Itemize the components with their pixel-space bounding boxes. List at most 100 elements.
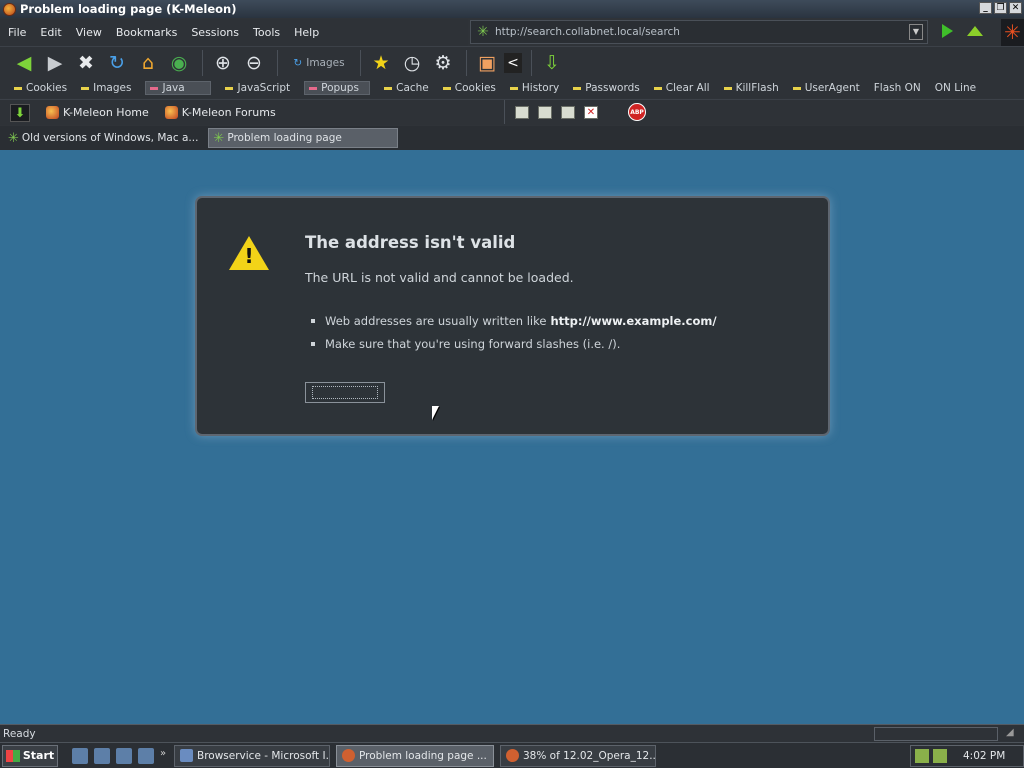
pref-cookies[interactable]: Cookies <box>14 82 67 94</box>
close-tab-icon[interactable]: ✕ <box>584 105 598 119</box>
images-toggle-button[interactable]: ↻ Images <box>284 51 354 75</box>
menu-file[interactable]: File <box>8 26 26 39</box>
error-box: ! The address isn't valid The URL is not… <box>195 196 830 436</box>
url-input[interactable] <box>495 26 909 38</box>
pref-java[interactable]: Java <box>145 81 212 95</box>
outlook-icon[interactable] <box>116 747 132 764</box>
suggestion-text: Web addresses are usually written like <box>325 314 547 328</box>
history-clock-button[interactable]: ◷ <box>398 50 426 76</box>
maximize-button[interactable]: ❐ <box>994 2 1007 14</box>
url-dropdown-icon[interactable]: ▼ <box>909 24 923 40</box>
adblock-icon[interactable]: ABP <box>628 103 646 121</box>
source-icon[interactable]: < <box>504 52 522 73</box>
kmeleon-icon <box>342 749 355 762</box>
example-url: http://www.example.com/ <box>550 314 717 328</box>
home-button[interactable]: ⌂ <box>134 50 162 76</box>
pref-label: Passwords <box>585 82 640 94</box>
taskbar: Start » Browservice - Microsoft I... Pro… <box>0 742 1024 768</box>
pref-clear-all[interactable]: Clear All <box>653 82 710 94</box>
menu-help[interactable]: Help <box>294 26 319 39</box>
start-button[interactable]: Start <box>2 744 58 767</box>
settings-gear-button[interactable]: ⚙ <box>429 50 457 76</box>
new-tab-icon[interactable] <box>538 105 552 119</box>
pref-label: Clear All <box>665 82 710 94</box>
bookmark-download-icon[interactable]: ⬇ <box>10 103 30 122</box>
tab-bar: ✳ Old versions of Windows, Mac a... ✳ Prob… <box>0 126 1024 150</box>
task-label: Browservice - Microsoft I... <box>197 749 330 762</box>
pref-useragent[interactable]: UserAgent <box>792 82 860 94</box>
task-label: Problem loading page ... <box>359 749 487 762</box>
status-text: Ready <box>3 727 36 740</box>
images-label: Images <box>306 56 345 69</box>
resize-grip-icon[interactable]: ◢ <box>1006 727 1022 741</box>
toolbar-separator <box>202 49 203 76</box>
warning-mark-icon: ! <box>244 244 254 268</box>
toggle-icon <box>653 86 662 90</box>
menu-tools[interactable]: Tools <box>253 26 280 39</box>
pref-online[interactable]: ON Line <box>935 82 976 94</box>
menu-view[interactable]: View <box>76 26 102 39</box>
error-suggestions: Web addresses are usually written like ht… <box>311 314 717 360</box>
clock: 4:02 PM <box>963 750 1006 762</box>
globe-icon[interactable]: ◉ <box>165 50 193 76</box>
menu-edit[interactable]: Edit <box>40 26 61 39</box>
toolbar-separator <box>360 49 361 76</box>
menu-bookmarks[interactable]: Bookmarks <box>116 26 177 39</box>
toggle-icon <box>384 86 393 90</box>
search-icon[interactable] <box>138 747 154 764</box>
bookmark-kmeleon-home[interactable]: K-Meleon Home <box>46 106 149 119</box>
stop-button[interactable]: ✖ <box>72 50 100 76</box>
pref-passwords[interactable]: Passwords <box>573 82 640 94</box>
pref-label: Popups <box>321 82 359 94</box>
close-button[interactable]: ✕ <box>1009 2 1022 14</box>
bookmark-kmeleon-forums[interactable]: K-Meleon Forums <box>164 106 276 119</box>
kmeleon-icon <box>46 106 59 119</box>
print-icon[interactable]: ▣ <box>473 50 501 76</box>
kmeleon-app-icon[interactable] <box>3 2 16 16</box>
desktop-icon[interactable] <box>72 747 88 764</box>
zoom-out-button[interactable]: ⊖ <box>240 50 268 76</box>
zoom-in-button[interactable]: ⊕ <box>209 50 237 76</box>
add-tab-icon[interactable] <box>561 105 575 119</box>
pref-history[interactable]: History <box>509 82 559 94</box>
go-button[interactable] <box>942 24 953 38</box>
toggle-icon <box>792 86 801 90</box>
status-bar: Ready ◢ <box>0 724 1024 742</box>
download-icon[interactable]: ⇩ <box>538 50 566 76</box>
pref-images[interactable]: Images <box>81 82 131 94</box>
up-level-button[interactable] <box>967 26 983 36</box>
toggle-icon <box>14 86 22 90</box>
pref-killflash[interactable]: KillFlash <box>723 82 779 94</box>
pref-clear-cookies[interactable]: Cookies <box>442 82 496 94</box>
tab-problem-loading[interactable]: ✳ Problem loading page <box>208 128 399 148</box>
forward-button[interactable]: ▶ <box>41 50 69 76</box>
ie-icon[interactable] <box>94 747 110 764</box>
taskbar-item-browservice[interactable]: Browservice - Microsoft I... <box>174 744 330 767</box>
menu-sessions[interactable]: Sessions <box>191 26 239 39</box>
minimize-button[interactable]: _ <box>979 2 992 14</box>
tab-label: Problem loading page <box>227 132 342 144</box>
loading-icon: ✳ <box>8 130 19 146</box>
chevron-right-icon[interactable]: » <box>160 748 168 764</box>
pref-cache[interactable]: Cache <box>384 82 429 94</box>
kmeleon-icon <box>164 106 178 119</box>
new-window-icon[interactable] <box>515 105 529 119</box>
list-item: Make sure that you're using forward slas… <box>311 337 717 351</box>
toggle-icon <box>309 86 318 90</box>
back-button[interactable]: ◀ <box>10 50 38 76</box>
taskbar-item-problem-loading[interactable]: Problem loading page ... <box>336 744 494 767</box>
pref-popups[interactable]: Popups <box>304 81 371 95</box>
pref-flash-on[interactable]: Flash ON <box>874 82 921 94</box>
page-content: ! The address isn't valid The URL is not… <box>0 150 1024 724</box>
tab-old-versions[interactable]: ✳ Old versions of Windows, Mac a... <box>4 128 202 148</box>
title-bar: Problem loading page (K-Meleon) _ ❐ ✕ <box>0 0 1024 18</box>
tray-app-icon[interactable] <box>933 749 947 763</box>
network-icon[interactable] <box>915 749 929 763</box>
pref-javascript[interactable]: JavaScript <box>225 82 290 94</box>
pref-label: KillFlash <box>735 82 779 94</box>
reload-button[interactable]: ↻ <box>103 50 131 76</box>
bookmark-star-button[interactable]: ★ <box>367 50 395 76</box>
pref-bar: Cookies Images Java JavaScript Popups Ca… <box>0 78 1024 98</box>
taskbar-item-opera-download[interactable]: 38% of 12.02_Opera_12... <box>500 744 656 767</box>
try-again-button[interactable] <box>305 382 385 403</box>
